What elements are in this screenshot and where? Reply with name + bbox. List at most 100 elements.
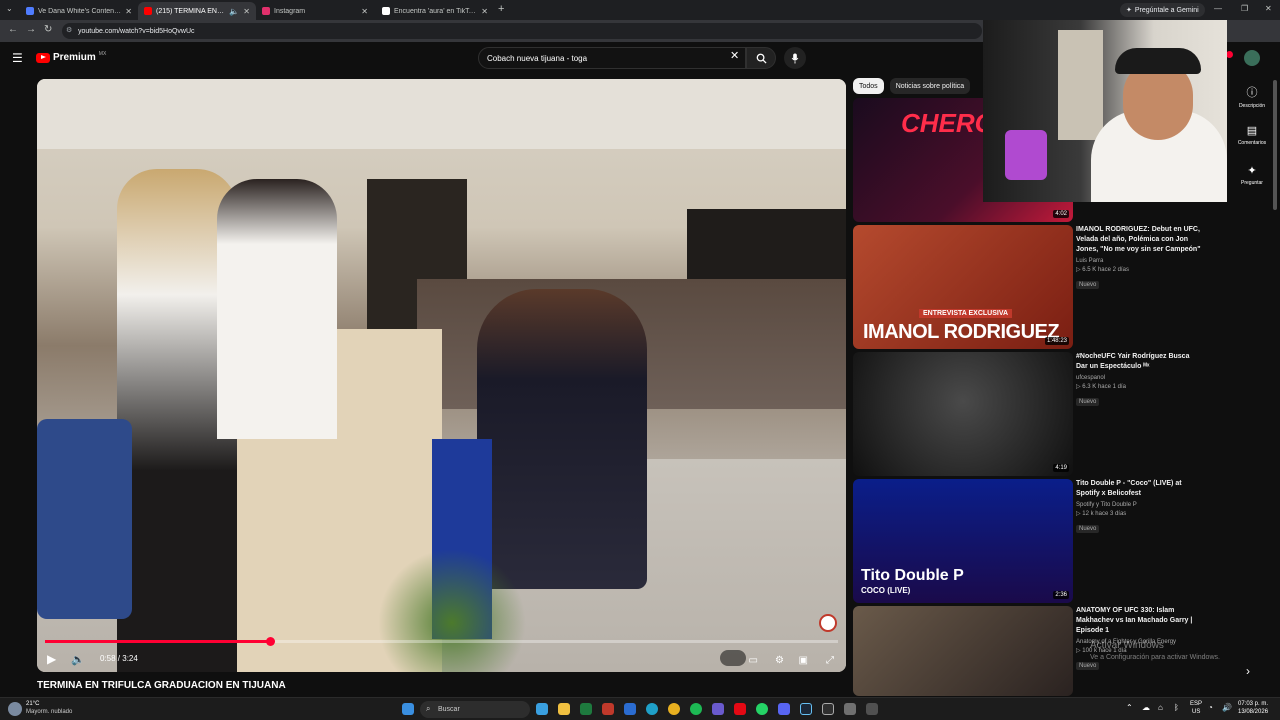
spotify-icon[interactable]: [690, 703, 702, 715]
network-icon[interactable]: ⌂: [1158, 703, 1163, 712]
clock-date[interactable]: 13/08/2026: [1238, 709, 1268, 715]
volume-icon[interactable]: 🔈: [71, 653, 85, 666]
window-close-icon[interactable]: ✕: [1265, 4, 1272, 13]
rail-ask-button[interactable]: ✦ Preguntar: [1234, 164, 1270, 186]
close-icon[interactable]: ✕: [243, 7, 250, 16]
rail-label: Descripción: [1238, 103, 1266, 109]
clear-search-icon[interactable]: ✕: [730, 49, 739, 62]
video-meta: IMANOL RODRIGUEZ: Debut en UFC, Velada d…: [1076, 225, 1201, 291]
notification-badge: [1226, 51, 1233, 58]
calculator-icon[interactable]: [844, 703, 856, 715]
gemini-label: Pregúntale a Gemini: [1134, 6, 1199, 14]
play-button[interactable]: ▶: [47, 652, 56, 666]
steam-icon[interactable]: [800, 703, 812, 715]
weather-icon[interactable]: [8, 702, 22, 716]
progress-bar[interactable]: [45, 637, 838, 646]
url-field[interactable]: ⚙ youtube.com/watch?v=bid5HoQvwUc: [62, 23, 982, 39]
video-thumbnail[interactable]: Tito Double P COCO (LIVE) 2:36: [853, 479, 1073, 603]
browser-tab-1[interactable]: Ve Dana White's Contender Seri ✕: [20, 2, 138, 20]
fullscreen-icon[interactable]: ⤢: [826, 655, 834, 666]
channel-name[interactable]: ufcespanol: [1076, 375, 1201, 381]
volume-icon[interactable]: 🔊: [1222, 703, 1232, 712]
video-duration: 2:36: [1053, 591, 1069, 599]
video-thumbnail[interactable]: ENTREVISTA EXCLUSIVA IMANOL RODRIGUEZ 1:…: [853, 225, 1073, 349]
search-input[interactable]: Cobach nueva tijuana - toga: [478, 47, 746, 69]
taskbar-search[interactable]: ⌕ Buscar: [420, 701, 530, 718]
video-thumbnail[interactable]: [853, 606, 1073, 696]
channel-name[interactable]: Spotify y Tito Double P: [1076, 502, 1201, 508]
app-icon[interactable]: [866, 703, 878, 715]
youtube-logo[interactable]: Premium MX: [36, 51, 106, 63]
bluetooth-icon[interactable]: ᛒ: [1174, 703, 1179, 712]
obs-icon[interactable]: [822, 703, 834, 715]
browser-tab-2[interactable]: (215) TERMINA EN TRIFULC 🔈 ✕: [138, 2, 256, 20]
rail-comments-button[interactable]: ▤ Comentarios: [1234, 124, 1270, 146]
new-tab-button[interactable]: +: [498, 3, 504, 15]
search-value: Cobach nueva tijuana - toga: [487, 53, 588, 63]
file-explorer-icon[interactable]: [558, 703, 570, 715]
discord-icon[interactable]: [778, 703, 790, 715]
youtube-play-logo-icon: [36, 52, 50, 63]
avatar[interactable]: [1244, 50, 1260, 66]
copilot-icon[interactable]: [536, 703, 548, 715]
gemini-button[interactable]: ✦ Pregúntale a Gemini: [1120, 3, 1205, 17]
video-thumbnail[interactable]: 4:19: [853, 352, 1073, 476]
thumbnail-subtitle: COCO (LIVE): [861, 586, 911, 595]
reload-icon[interactable]: ↻: [44, 24, 52, 35]
video-duration: 4:19: [1053, 464, 1069, 472]
chip-todos[interactable]: Todos: [853, 78, 884, 94]
word-icon[interactable]: [624, 703, 636, 715]
weather-description[interactable]: Mayorm. nublado: [26, 709, 72, 715]
wifi-icon[interactable]: ◔: [1208, 703, 1213, 712]
autoplay-toggle[interactable]: [720, 650, 746, 666]
video-scene-ceiling: [37, 79, 846, 149]
video-title[interactable]: Tito Double P - "Coco" (LIVE) at Spotify…: [1076, 479, 1201, 499]
weather-temperature[interactable]: 21°C: [26, 701, 39, 707]
browser-tab-4[interactable]: Encuentra 'aura' en TikTok | Bus ✕: [376, 2, 494, 20]
video-title[interactable]: ANATOMY OF UFC 330: Islam Makhachev vs I…: [1076, 606, 1201, 636]
site-info-icon[interactable]: ⚙: [66, 26, 72, 34]
netflix-icon[interactable]: [734, 703, 746, 715]
close-icon[interactable]: ✕: [361, 7, 368, 16]
speaker-icon[interactable]: 🔈: [229, 7, 239, 16]
close-icon[interactable]: ✕: [481, 7, 488, 16]
chip-politics-news[interactable]: Noticias sobre política: [889, 78, 971, 94]
maximize-icon[interactable]: ❐: [1241, 4, 1248, 13]
thumbnail-title: CHERO: [901, 108, 995, 138]
minimize-icon[interactable]: —: [1214, 4, 1222, 13]
voice-search-button[interactable]: [784, 47, 806, 69]
show-hidden-icons-chevron-icon[interactable]: ⌃: [1126, 703, 1133, 712]
tab-label: Ve Dana White's Contender Seri: [38, 7, 122, 15]
whatsapp-icon[interactable]: [756, 703, 768, 715]
language-indicator[interactable]: ESP: [1190, 701, 1202, 707]
search-button[interactable]: [746, 47, 776, 69]
powerpoint-icon[interactable]: [602, 703, 614, 715]
page-scrollbar[interactable]: [1273, 80, 1277, 210]
edge-icon[interactable]: [646, 703, 658, 715]
chrome-icon[interactable]: [668, 703, 680, 715]
teams-icon[interactable]: [712, 703, 724, 715]
video-title[interactable]: IMANOL RODRIGUEZ: Debut en UFC, Velada d…: [1076, 225, 1201, 255]
webcam-shelf: [1058, 30, 1103, 140]
browser-tab-3[interactable]: Instagram ✕: [256, 2, 374, 20]
settings-gear-icon[interactable]: ⚙: [775, 655, 784, 666]
channel-name[interactable]: Luis Parra: [1076, 258, 1201, 264]
clock-time[interactable]: 07:03 p. m.: [1238, 701, 1268, 707]
chevron-right-icon[interactable]: ›: [1246, 664, 1250, 678]
rail-description-button[interactable]: ⓘ Descripción: [1234, 84, 1270, 109]
back-arrow-icon[interactable]: ←: [8, 24, 18, 35]
menu-icon[interactable]: ☰: [12, 51, 23, 65]
video-player[interactable]: ▶ 🔈 0:58 / 3:24 ▭ ⚙ ▣ ⤢: [37, 79, 846, 672]
forward-arrow-icon[interactable]: →: [26, 24, 36, 35]
new-badge: Nuevo: [1076, 398, 1100, 406]
close-icon[interactable]: ✕: [125, 7, 132, 16]
windows-start-icon[interactable]: [402, 703, 414, 715]
subtitles-icon[interactable]: ▭: [749, 655, 758, 666]
tab-list-chevron-icon[interactable]: ⌄: [6, 4, 13, 13]
microphone-icon: [791, 52, 799, 64]
onedrive-icon[interactable]: ☁: [1142, 703, 1150, 712]
theater-mode-icon[interactable]: ▣: [799, 655, 808, 666]
keyboard-layout-indicator[interactable]: US: [1192, 709, 1200, 715]
video-title[interactable]: #NocheUFC Yair Rodríguez Busca Dar un Es…: [1076, 352, 1201, 372]
excel-icon[interactable]: [580, 703, 592, 715]
